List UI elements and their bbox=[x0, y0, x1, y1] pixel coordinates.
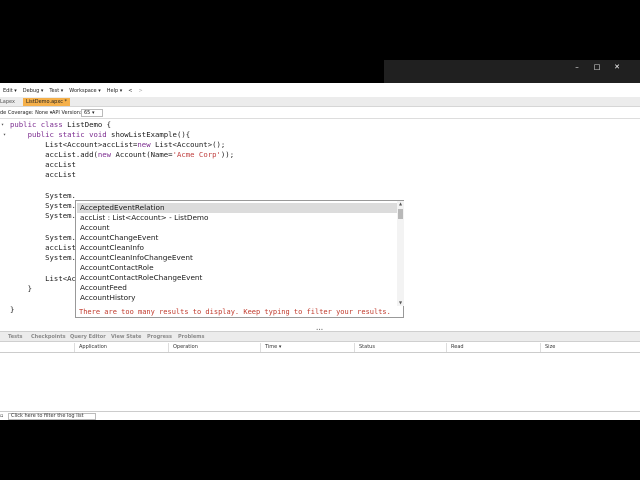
fold-toggle-icon[interactable]: ▾ bbox=[1, 121, 7, 129]
tab-query-editor[interactable]: Query Editor bbox=[70, 332, 106, 342]
autocomplete-item[interactable]: accList : List<Account> - ListDemo bbox=[77, 213, 397, 223]
tab-checkpoints[interactable]: Checkpoints bbox=[31, 332, 66, 342]
tab-view-state[interactable]: View State bbox=[111, 332, 141, 342]
autocomplete-item[interactable]: AccountChangeEvent bbox=[77, 233, 397, 243]
developer-console: Edit ▾ Debug ▾ Test ▾ Workspace ▾ Help ▾… bbox=[0, 83, 640, 420]
back-button[interactable]: < bbox=[128, 87, 132, 96]
autocomplete-item[interactable]: AccountFeed bbox=[77, 283, 397, 293]
editor-toolbar: de Coverage: None ▾ API Version: 65 ▾ bbox=[0, 108, 640, 119]
forward-button[interactable]: > bbox=[138, 87, 142, 96]
column-application[interactable]: Application bbox=[74, 343, 168, 352]
code-line: } bbox=[10, 284, 32, 293]
scroll-down-icon[interactable]: ▼ bbox=[397, 300, 404, 306]
tab-problems[interactable]: Problems bbox=[178, 332, 204, 342]
code-line: accList bbox=[10, 170, 76, 179]
code-line: accList.add(new Account(Name='Acme Corp'… bbox=[10, 150, 235, 159]
menu-debug[interactable]: Debug ▾ bbox=[23, 87, 44, 96]
log-filter-input[interactable]: Click here to filter the log list bbox=[8, 413, 96, 420]
filter-checkbox[interactable]: ▫ bbox=[0, 413, 3, 420]
autocomplete-item[interactable]: AccountContactRole bbox=[77, 263, 397, 273]
log-filter-bar: ▫ Click here to filter the log list bbox=[0, 411, 640, 420]
api-version-label: API Version: bbox=[52, 110, 82, 116]
code-line: System. bbox=[10, 191, 76, 200]
code-line: public class ListDemo { bbox=[10, 120, 112, 129]
minimize-icon[interactable]: – bbox=[570, 62, 584, 72]
editor-tab-bar: Lapex ListDemo.apxc * bbox=[0, 97, 640, 107]
code-editor[interactable]: ▾ ▾ public class ListDemo { public stati… bbox=[0, 120, 640, 328]
tab-previous[interactable]: Lapex bbox=[0, 98, 15, 106]
close-icon[interactable]: ✕ bbox=[610, 62, 624, 72]
maximize-icon[interactable]: □ bbox=[590, 62, 604, 72]
autocomplete-item[interactable]: AccountCleanInfoChangeEvent bbox=[77, 253, 397, 263]
menu-help[interactable]: Help ▾ bbox=[107, 87, 123, 96]
log-table-header: Application Operation Time ▾ Status Read… bbox=[0, 343, 640, 353]
code-line: } bbox=[10, 305, 15, 314]
fold-toggle-icon[interactable]: ▾ bbox=[3, 131, 9, 139]
api-version-select[interactable]: 65 ▾ bbox=[81, 109, 103, 117]
menu-edit[interactable]: Edit ▾ bbox=[3, 87, 17, 96]
menu-bar: Edit ▾ Debug ▾ Test ▾ Workspace ▾ Help ▾… bbox=[0, 87, 640, 96]
tab-progress[interactable]: Progress bbox=[147, 332, 172, 342]
code-line: accList bbox=[10, 160, 76, 169]
column-operation[interactable]: Operation bbox=[168, 343, 260, 352]
code-line: public static void showListExample(){ bbox=[27, 130, 191, 139]
tab-tests[interactable]: Tests bbox=[8, 332, 22, 342]
menu-workspace[interactable]: Workspace ▾ bbox=[69, 87, 100, 96]
tab-listdemo[interactable]: ListDemo.apxc * bbox=[23, 98, 71, 106]
autocomplete-item[interactable]: AcceptedEventRelation bbox=[77, 203, 397, 213]
code-line: System. bbox=[10, 233, 76, 242]
autocomplete-scrollbar[interactable]: ▲ ▼ bbox=[397, 201, 404, 306]
scrollbar-thumb[interactable] bbox=[398, 209, 403, 219]
menu-test[interactable]: Test ▾ bbox=[49, 87, 63, 96]
window-titlebar: – □ ✕ bbox=[384, 60, 640, 83]
code-line: List<Account>accList=new List<Account>()… bbox=[10, 140, 226, 149]
code-line: System. bbox=[10, 201, 76, 210]
code-line: System. bbox=[10, 253, 76, 262]
coverage-select[interactable]: de Coverage: None ▾ bbox=[0, 110, 52, 117]
autocomplete-item[interactable]: AccountCleanInfo bbox=[77, 243, 397, 253]
code-line: accList bbox=[10, 243, 76, 252]
code-line: System. bbox=[10, 211, 76, 220]
autocomplete-footer: There are too many results to display. K… bbox=[79, 308, 391, 316]
autocomplete-item[interactable]: Account bbox=[77, 223, 397, 233]
column-status[interactable]: Status bbox=[354, 343, 446, 352]
scroll-up-icon[interactable]: ▲ bbox=[397, 201, 404, 207]
autocomplete-item[interactable]: AccountHistory bbox=[77, 293, 397, 303]
bottom-panel-tabs: Tests Checkpoints Query Editor View Stat… bbox=[0, 331, 640, 342]
autocomplete-item[interactable]: AccountContactRoleChangeEvent bbox=[77, 273, 397, 283]
column-size[interactable]: Size bbox=[540, 343, 638, 352]
column-read[interactable]: Read bbox=[446, 343, 540, 352]
autocomplete-popup: AcceptedEventRelation accList : List<Acc… bbox=[75, 200, 404, 318]
column-time[interactable]: Time ▾ bbox=[260, 343, 354, 352]
